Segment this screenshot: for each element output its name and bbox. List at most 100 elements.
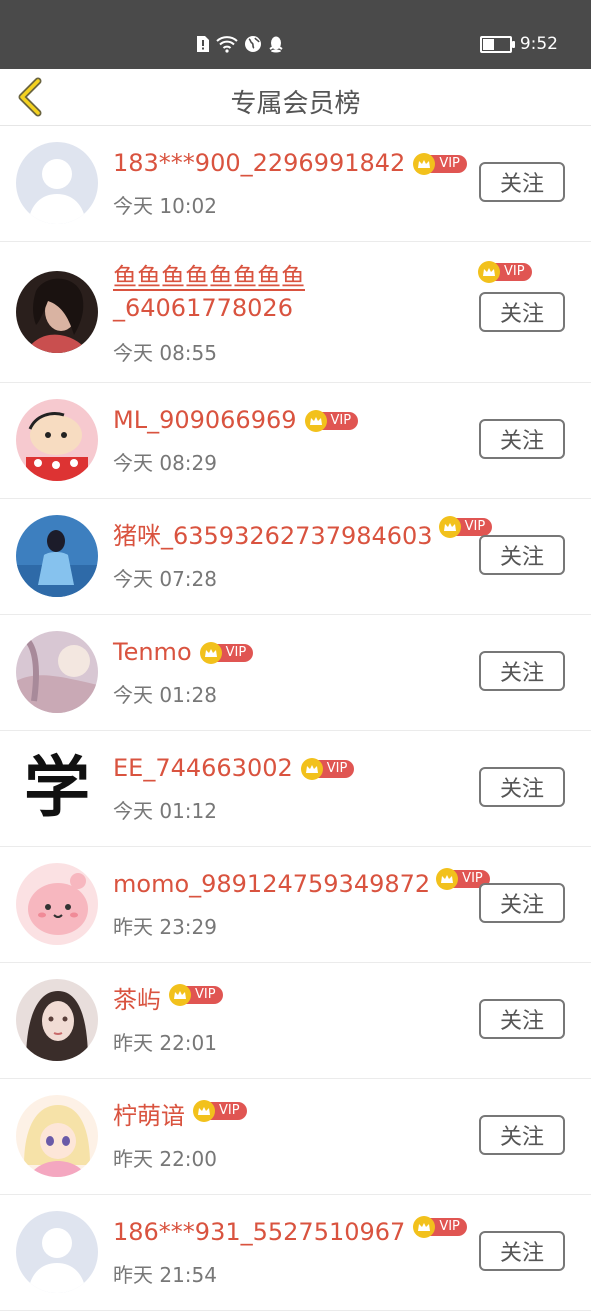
default-avatar-icon bbox=[16, 142, 98, 224]
member-row[interactable]: ML_909066969 VIP 今天 08:29 关注 bbox=[0, 383, 591, 499]
member-info: 鱼鱼鱼鱼鱼鱼鱼鱼 _64061778026 今天 08:55 bbox=[113, 262, 473, 366]
avatar[interactable] bbox=[16, 979, 98, 1061]
vip-badge: VIP bbox=[413, 153, 467, 175]
nav-header: 专属会员榜 bbox=[0, 69, 591, 126]
member-info: momo_989124759349872 VIP 昨天 23:29 bbox=[113, 868, 490, 940]
follow-button[interactable]: 关注 bbox=[479, 999, 565, 1039]
member-time: 昨天 23:29 bbox=[113, 915, 217, 939]
member-name-line: 茶屿 VIP bbox=[113, 984, 473, 1016]
status-icons bbox=[196, 32, 284, 56]
battery-level-fill bbox=[482, 38, 494, 50]
member-time: 昨天 22:00 bbox=[113, 1147, 217, 1171]
follow-button[interactable]: 关注 bbox=[479, 535, 565, 575]
member-name-line: EE_744663002 VIP bbox=[113, 753, 473, 784]
crown-icon bbox=[169, 984, 191, 1006]
member-name-line: ML_909066969 VIP bbox=[113, 405, 473, 436]
wifi-icon bbox=[216, 36, 238, 53]
qq-icon bbox=[269, 36, 283, 53]
avatar[interactable] bbox=[16, 399, 98, 481]
avatar[interactable] bbox=[16, 142, 98, 224]
avatar-glyph: 学 bbox=[24, 749, 90, 826]
crown-icon bbox=[438, 516, 461, 538]
member-info: 茶屿 VIP 昨天 22:01 bbox=[113, 984, 473, 1056]
follow-button[interactable]: 关注 bbox=[479, 1231, 565, 1271]
member-row[interactable]: 鱼鱼鱼鱼鱼鱼鱼鱼 _64061778026 今天 08:55 VIP 关注 bbox=[0, 242, 591, 383]
follow-button[interactable]: 关注 bbox=[479, 883, 565, 923]
status-right: 9:52 bbox=[479, 32, 558, 56]
member-info: 183***900_2296991842 VIP 今天 10:02 bbox=[113, 148, 473, 219]
member-name[interactable]: 柠萌谙 bbox=[113, 1102, 185, 1130]
vip-badge: VIP bbox=[169, 984, 223, 1006]
member-row[interactable]: Tenmo VIP 今天 01:28 关注 bbox=[0, 615, 591, 731]
avatar[interactable] bbox=[16, 1211, 98, 1293]
member-row[interactable]: 猪咪_63593262737984603 VIP 今天 07:28 关注 bbox=[0, 499, 591, 615]
crown-icon bbox=[304, 410, 327, 432]
avatar[interactable] bbox=[16, 515, 98, 597]
cartoon-avatar bbox=[16, 399, 98, 481]
drawn-girl-avatar bbox=[16, 979, 98, 1061]
member-name-line: Tenmo VIP bbox=[113, 637, 473, 668]
follow-button[interactable]: 关注 bbox=[479, 292, 565, 332]
member-info: 186***931_5527510967 VIP 昨天 21:54 bbox=[113, 1216, 473, 1288]
member-row[interactable]: 186***931_5527510967 VIP 昨天 21:54 关注 bbox=[0, 1195, 591, 1311]
avatar[interactable] bbox=[16, 631, 98, 713]
member-row[interactable]: 柠萌谙 VIP 昨天 22:00 关注 bbox=[0, 1079, 591, 1195]
member-name-line: 猪咪_63593262737984603 VIP bbox=[113, 516, 493, 552]
avatar[interactable] bbox=[16, 271, 98, 353]
vip-badge: VIP bbox=[300, 758, 355, 780]
member-name-line: 186***931_5527510967 VIP bbox=[113, 1216, 473, 1248]
member-name[interactable]: momo_989124759349872 bbox=[113, 870, 430, 898]
member-time: 今天 07:28 bbox=[113, 567, 217, 591]
follow-button[interactable]: 关注 bbox=[479, 1115, 565, 1155]
member-name-line: 鱼鱼鱼鱼鱼鱼鱼鱼 bbox=[113, 262, 473, 293]
member-name-line: 柠萌谙 VIP bbox=[113, 1100, 473, 1132]
member-name[interactable]: 茶屿 bbox=[113, 986, 161, 1014]
member-row[interactable]: 茶屿 VIP 昨天 22:01 关注 bbox=[0, 963, 591, 1079]
pastel-photo-avatar bbox=[16, 631, 98, 713]
member-info: Tenmo VIP 今天 01:28 bbox=[113, 637, 473, 708]
member-time: 今天 08:29 bbox=[113, 451, 217, 475]
member-info: 猪咪_63593262737984603 VIP 今天 07:28 bbox=[113, 516, 493, 592]
sim-alert-icon bbox=[197, 36, 209, 52]
status-time: 9:52 bbox=[519, 34, 558, 54]
member-name-line1[interactable]: 鱼鱼鱼鱼鱼鱼鱼鱼 bbox=[113, 263, 305, 291]
member-time: 昨天 21:54 bbox=[113, 1263, 217, 1287]
member-info: EE_744663002 VIP 今天 01:12 bbox=[113, 753, 473, 824]
member-name[interactable]: ML_909066969 bbox=[113, 406, 297, 434]
member-name[interactable]: Tenmo bbox=[113, 638, 192, 666]
globe-icon bbox=[245, 36, 261, 52]
member-name[interactable]: 猪咪_63593262737984603 bbox=[113, 522, 433, 550]
member-name[interactable]: EE_744663002 bbox=[113, 754, 293, 782]
member-name-line: _64061778026 bbox=[113, 293, 473, 324]
follow-button[interactable]: 关注 bbox=[479, 651, 565, 691]
member-name-line: momo_989124759349872 VIP bbox=[113, 868, 490, 900]
member-time: 今天 01:12 bbox=[113, 799, 217, 823]
member-info: ML_909066969 VIP 今天 08:29 bbox=[113, 405, 473, 476]
battery-icon bbox=[479, 35, 515, 53]
girl-blue-avatar bbox=[16, 515, 98, 597]
status-bar: 9:52 bbox=[0, 0, 591, 69]
crown-icon bbox=[193, 1100, 215, 1122]
crown-icon bbox=[436, 868, 459, 890]
member-name-line: 183***900_2296991842 VIP bbox=[113, 148, 473, 179]
member-name[interactable]: 183***900_2296991842 bbox=[113, 149, 405, 177]
avatar[interactable] bbox=[16, 863, 98, 945]
vip-badge: VIP bbox=[193, 1100, 247, 1122]
avatar[interactable]: 学 bbox=[16, 747, 98, 829]
woman-photo-avatar bbox=[16, 271, 98, 353]
member-row[interactable]: 学 EE_744663002 VIP 今天 01:12 关注 bbox=[0, 731, 591, 847]
follow-button[interactable]: 关注 bbox=[479, 767, 565, 807]
member-row[interactable]: 183***900_2296991842 VIP 今天 10:02 关注 bbox=[0, 126, 591, 242]
follow-button[interactable]: 关注 bbox=[479, 419, 565, 459]
member-time: 今天 08:55 bbox=[113, 341, 217, 365]
default-avatar-icon bbox=[16, 1211, 98, 1293]
crown-icon bbox=[300, 758, 323, 780]
follow-button[interactable]: 关注 bbox=[479, 162, 565, 202]
member-info: 柠萌谙 VIP 昨天 22:00 bbox=[113, 1100, 473, 1172]
page-title: 专属会员榜 bbox=[230, 89, 361, 119]
vip-badge: VIP bbox=[478, 261, 532, 283]
member-name-line2[interactable]: _64061778026 bbox=[113, 294, 293, 322]
member-name[interactable]: 186***931_5527510967 bbox=[113, 1218, 405, 1246]
member-row[interactable]: momo_989124759349872 VIP 昨天 23:29 关注 bbox=[0, 847, 591, 963]
avatar[interactable] bbox=[16, 1095, 98, 1177]
